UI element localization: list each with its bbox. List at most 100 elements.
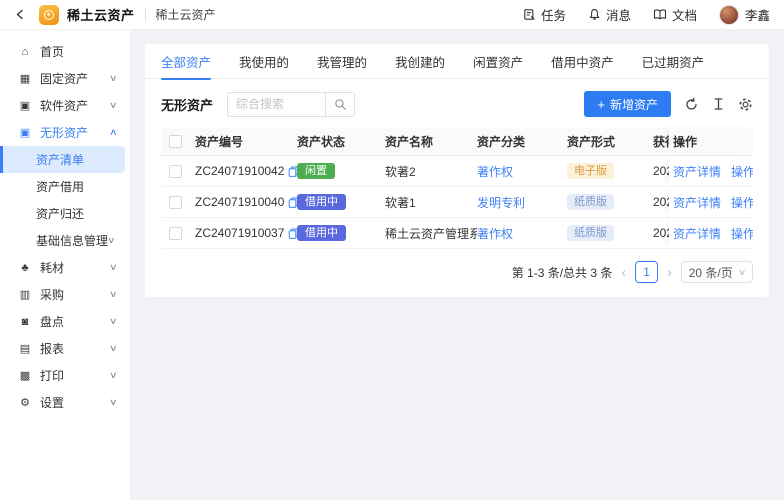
intangible-assets-icon: ▣ xyxy=(18,126,32,139)
search-group xyxy=(227,92,355,117)
sidebar-item-label: 打印 xyxy=(40,367,110,384)
sidebar-item-label: 无形资产 xyxy=(40,124,110,141)
form-badge: 纸质版 xyxy=(567,225,614,241)
sidebar: ⌂ 首页 ▦ 固定资产 ∨ ▣ 软件资产 ∨ ▣ 无形资产 ∧ 资产清单 资产借… xyxy=(0,30,131,500)
asset-code-cell: ZC24071910042 xyxy=(195,164,297,178)
copy-icon[interactable] xyxy=(288,166,297,177)
asset-name: 软著2 xyxy=(385,163,477,180)
content-card: 全部资产 我使用的 我管理的 我创建的 闲置资产 借用中资产 已过期资产 无形资… xyxy=(145,44,769,297)
sidebar-item-label: 设置 xyxy=(40,394,110,411)
tab-my-used[interactable]: 我使用的 xyxy=(239,44,289,79)
chevron-down-icon: ∨ xyxy=(109,289,118,300)
settings-icon: ⚙ xyxy=(18,396,32,409)
row-checkbox[interactable] xyxy=(169,227,182,240)
add-asset-label: 新增资产 xyxy=(610,96,658,113)
sidebar-item-label: 报表 xyxy=(40,340,110,357)
col-asset-form: 资产形式 xyxy=(567,133,653,150)
asset-name: 稀土云资产管理系统 xyxy=(385,225,477,242)
task-icon xyxy=(523,8,536,21)
sidebar-item-home[interactable]: ⌂ 首页 xyxy=(0,38,130,65)
col-asset-category: 资产分类 xyxy=(477,133,567,150)
sidebar-item-consumables[interactable]: ♣ 耗材 ∨ xyxy=(0,254,130,281)
doc-icon xyxy=(653,8,667,21)
select-all-checkbox[interactable] xyxy=(169,135,182,148)
row-height-button[interactable] xyxy=(712,97,725,111)
row-checkbox[interactable] xyxy=(169,196,182,209)
add-asset-button[interactable]: + 新增资产 xyxy=(584,91,671,117)
asset-detail-link[interactable]: 资产详情 xyxy=(673,163,721,180)
tab-my-managed[interactable]: 我管理的 xyxy=(317,44,367,79)
user-menu[interactable]: 李鑫 xyxy=(719,5,770,25)
row-checkbox[interactable] xyxy=(169,165,182,178)
logo-ring xyxy=(44,10,54,20)
app-logo-icon xyxy=(39,5,59,25)
more-actions-link[interactable]: 操作∨ xyxy=(731,163,753,180)
sidebar-item-software-assets[interactable]: ▣ 软件资产 ∨ xyxy=(0,92,130,119)
col-asset-name: 资产名称 xyxy=(385,133,477,150)
category-link[interactable]: 著作权 xyxy=(477,227,513,241)
tab-idle-assets[interactable]: 闲置资产 xyxy=(473,44,523,79)
sidebar-item-intangible-assets[interactable]: ▣ 无形资产 ∧ xyxy=(0,119,130,146)
category-link[interactable]: 著作权 xyxy=(477,165,513,179)
page-number-button[interactable]: 1 xyxy=(635,261,658,283)
messages-button[interactable]: 消息 xyxy=(588,5,631,24)
category-link[interactable]: 发明专利 xyxy=(477,196,525,210)
stocktake-icon: ◙ xyxy=(18,316,32,328)
sidebar-item-fixed-assets[interactable]: ▦ 固定资产 ∨ xyxy=(0,65,130,92)
form-badge: 电子版 xyxy=(567,163,614,179)
sidebar-subitem-basic-info[interactable]: 基础信息管理 ∨ xyxy=(0,227,125,254)
sidebar-item-label: 软件资产 xyxy=(40,97,110,114)
chevron-down-icon: ∨ xyxy=(107,235,116,246)
tasks-button[interactable]: 任务 xyxy=(523,5,566,24)
chevron-down-icon: ∨ xyxy=(109,343,118,354)
asset-detail-link[interactable]: 资产详情 xyxy=(673,194,721,211)
sidebar-item-settings[interactable]: ⚙ 设置 ∨ xyxy=(0,389,130,416)
sidebar-item-reports[interactable]: ▤ 报表 ∨ xyxy=(0,335,130,362)
tab-all-assets[interactable]: 全部资产 xyxy=(161,44,211,79)
tab-borrowed-assets[interactable]: 借用中资产 xyxy=(551,44,614,79)
sidebar-item-label: 采购 xyxy=(40,286,110,303)
prev-page-button[interactable]: ‹ xyxy=(621,265,626,279)
asset-code: ZC24071910037 xyxy=(195,226,284,240)
tab-my-created[interactable]: 我创建的 xyxy=(395,44,445,79)
sidebar-item-stocktake[interactable]: ◙ 盘点 ∨ xyxy=(0,308,130,335)
breadcrumb: 稀土云资产 xyxy=(156,6,216,23)
asset-code: ZC24071910040 xyxy=(195,195,284,209)
search-input[interactable] xyxy=(227,92,325,117)
sidebar-item-label: 耗材 xyxy=(40,259,110,276)
copy-icon[interactable] xyxy=(288,197,297,208)
more-actions-link[interactable]: 操作∨ xyxy=(731,225,753,242)
sidebar-subitem-label: 资产清单 xyxy=(36,151,112,168)
pagination-summary: 第 1-3 条/总共 3 条 xyxy=(512,264,613,281)
asset-code: ZC24071910042 xyxy=(195,164,284,178)
search-button[interactable] xyxy=(325,92,355,117)
next-page-button[interactable]: › xyxy=(667,265,672,279)
sidebar-item-print[interactable]: ▩ 打印 ∨ xyxy=(0,362,130,389)
page-size-select[interactable]: 20 条/页 ∨ xyxy=(681,261,753,283)
docs-button[interactable]: 文档 xyxy=(653,5,697,24)
sidebar-subitem-asset-return[interactable]: 资产归还 xyxy=(0,200,125,227)
consumables-icon: ♣ xyxy=(18,262,32,274)
refresh-icon xyxy=(684,97,699,112)
assets-table: 资产编号 资产状态 资产名称 资产分类 资产形式 获得 操作 ZC2407191… xyxy=(161,127,753,249)
back-icon[interactable] xyxy=(14,8,27,21)
docs-label: 文档 xyxy=(672,5,697,24)
more-actions-label: 操作 xyxy=(731,194,753,211)
sidebar-item-procurement[interactable]: ▥ 采购 ∨ xyxy=(0,281,130,308)
sidebar-subitem-label: 资产归还 xyxy=(36,205,112,222)
status-badge: 闲置 xyxy=(297,163,335,179)
copy-icon[interactable] xyxy=(288,228,297,239)
tab-expired-assets[interactable]: 已过期资产 xyxy=(642,44,705,79)
divider xyxy=(145,8,146,21)
chevron-down-icon: ∨ xyxy=(738,267,746,278)
home-icon: ⌂ xyxy=(18,46,32,58)
more-actions-link[interactable]: 操作∨ xyxy=(731,194,753,211)
refresh-button[interactable] xyxy=(684,97,699,112)
sidebar-subitem-asset-list[interactable]: 资产清单 xyxy=(0,146,125,173)
asset-detail-link[interactable]: 资产详情 xyxy=(673,225,721,242)
actions-cell: 资产详情 操作∨ xyxy=(669,218,753,248)
chevron-down-icon: ∨ xyxy=(109,100,118,111)
sidebar-subitem-asset-borrow[interactable]: 资产借用 xyxy=(0,173,125,200)
plus-icon: + xyxy=(597,97,605,112)
column-settings-button[interactable] xyxy=(738,97,753,112)
